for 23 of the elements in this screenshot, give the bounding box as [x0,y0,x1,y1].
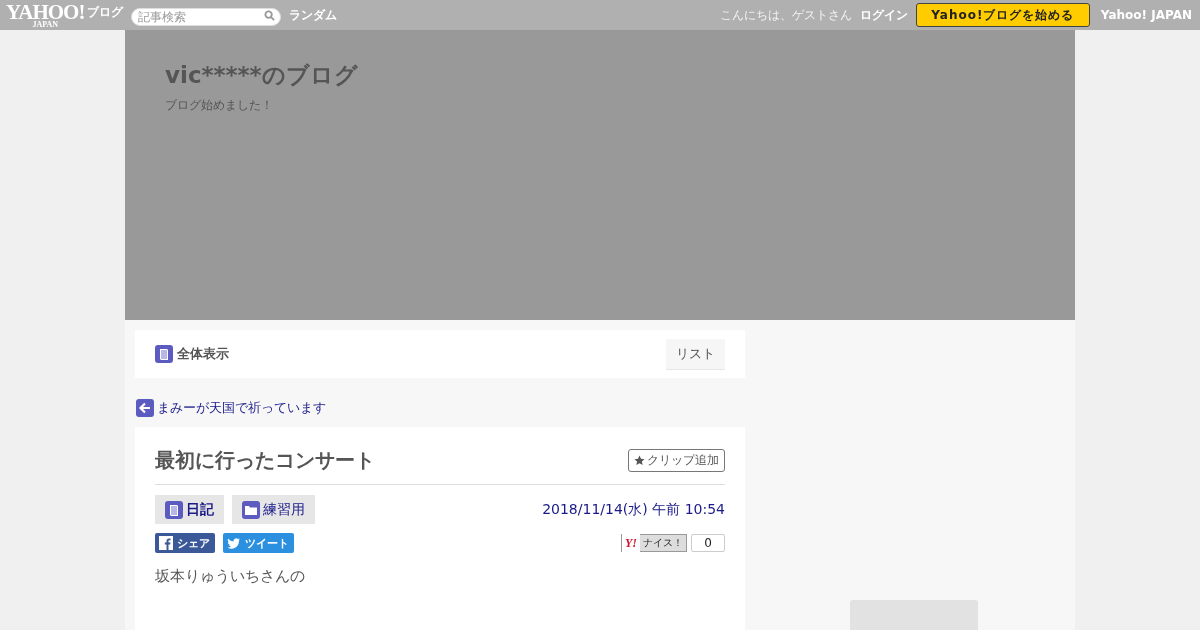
list-button[interactable]: リスト [666,338,725,370]
nice-button[interactable]: Y! ナイス！ [621,534,687,552]
bird-icon [227,536,241,550]
previous-post-link[interactable]: まみーが天国で祈っています [136,399,745,417]
left-arrow-icon [136,399,154,417]
article-title: 最初に行ったコンサート [155,447,375,474]
book-icon [155,345,173,363]
folder-icon [242,500,260,519]
folder-tag[interactable]: 練習用 [232,495,315,524]
post-date: 2018/11/14(水) 午前 10:54 [542,500,725,519]
clip-button[interactable]: クリップ追加 [628,449,725,472]
search-field[interactable]: 記事検索 [131,8,282,26]
category-tag[interactable]: 日記 [155,495,224,524]
all-view-link[interactable]: 全体表示 [155,345,229,363]
greeting-text: こんにちは、ゲストさん [719,6,852,24]
article-text: 坂本りゅういちさんの [155,567,306,586]
search-icon [264,10,276,21]
share-button[interactable]: シェア [155,533,215,553]
nice-count: 0 [691,534,725,552]
star-icon [634,455,645,466]
start-blog-button[interactable]: Yahoo!ブログを始める [915,3,1090,27]
book-icon [165,500,183,519]
facebook-icon [159,536,173,550]
